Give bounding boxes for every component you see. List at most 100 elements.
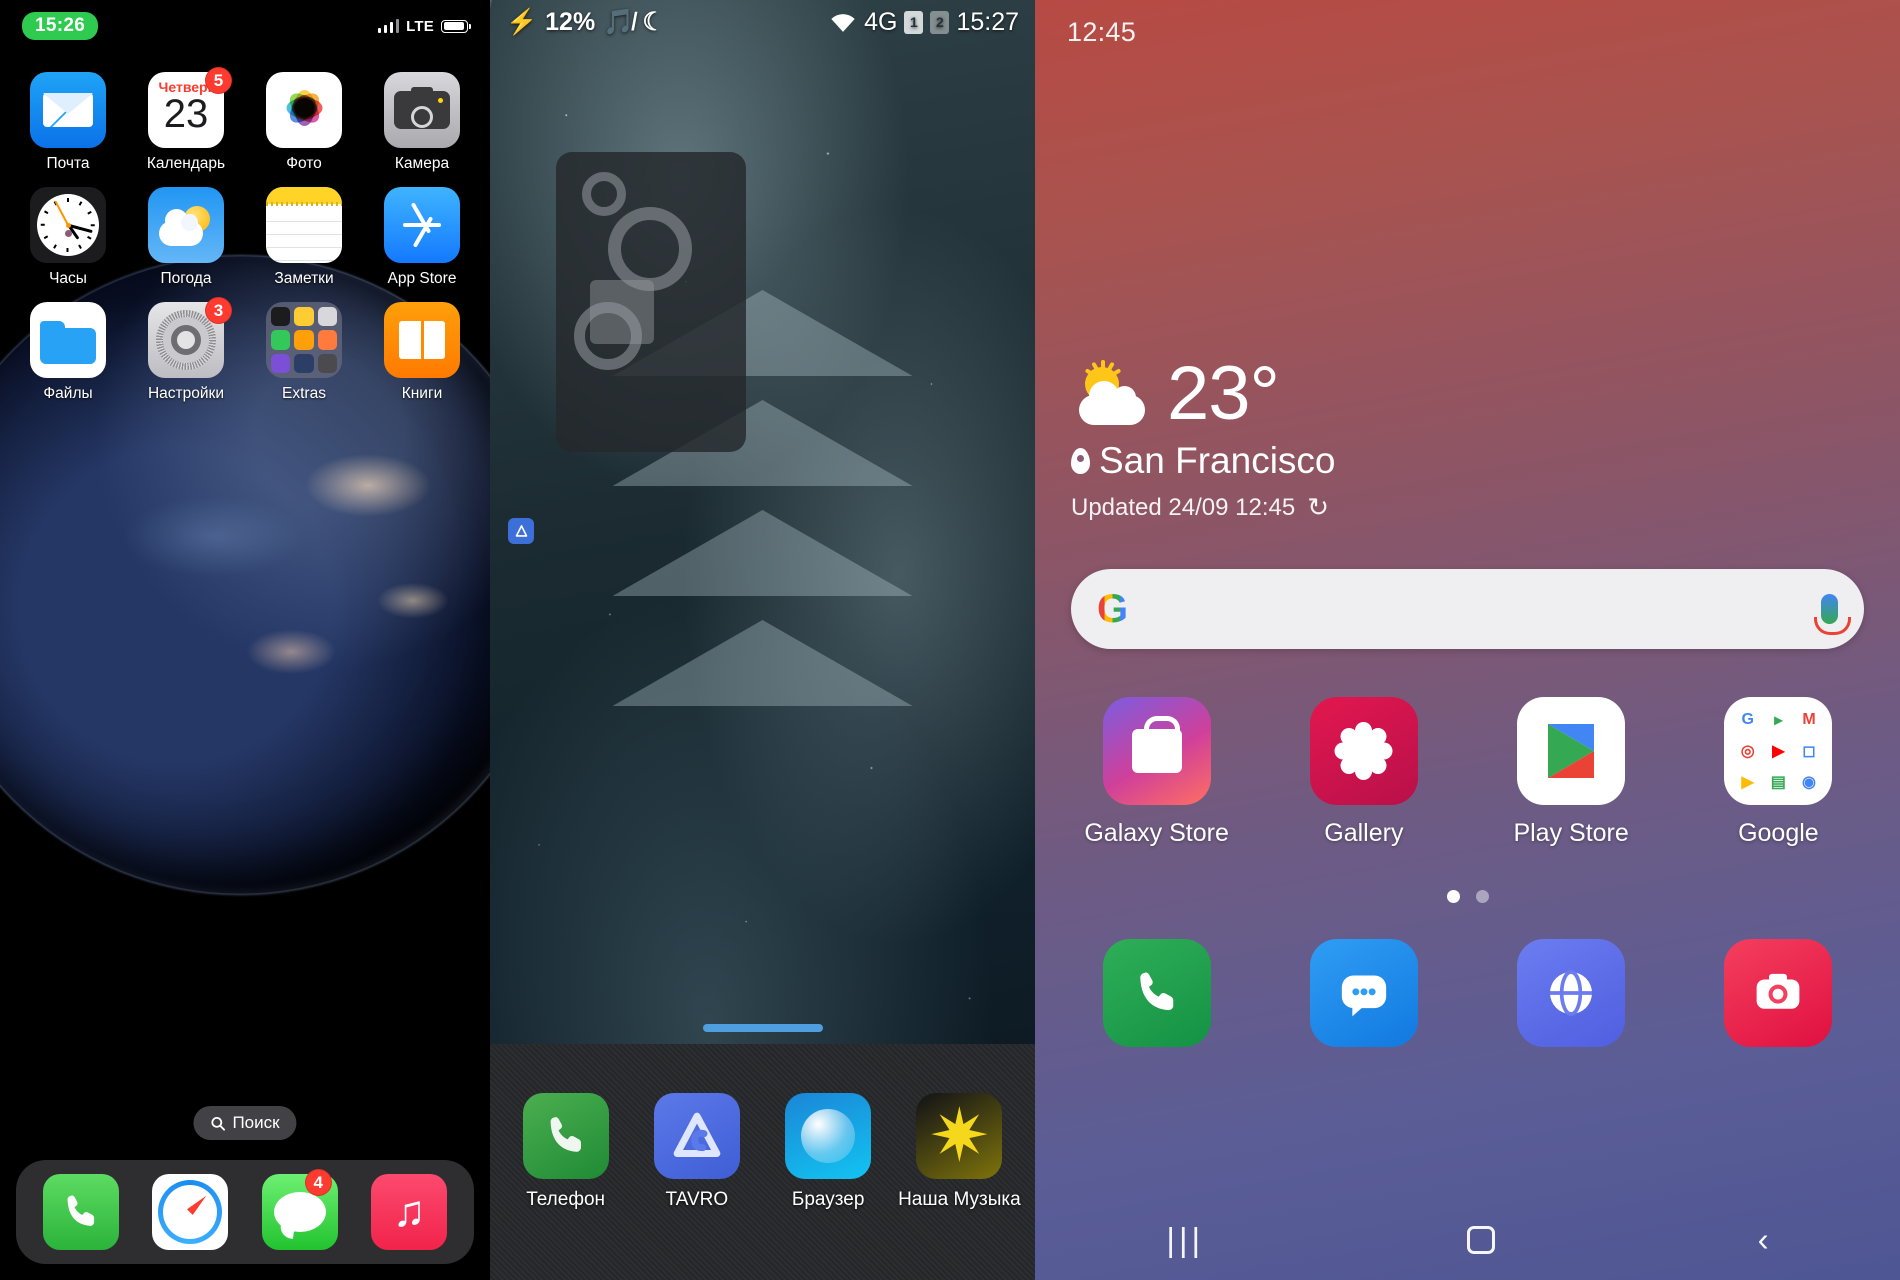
- app-photos[interactable]: Фото: [252, 72, 356, 173]
- samsung-dock: [1035, 939, 1900, 1047]
- books-icon: [384, 302, 460, 378]
- folder-icon: [266, 302, 342, 378]
- weather-icon: [148, 187, 224, 263]
- dock-app-phone[interactable]: Телефон: [506, 1093, 626, 1211]
- partly-cloudy-icon: [1071, 360, 1153, 425]
- signal-bars-icon: [377, 19, 400, 33]
- dock-app-music[interactable]: ✷ Наша Музыка: [898, 1093, 1021, 1211]
- search-icon: [211, 1116, 226, 1131]
- settings-gears-widget[interactable]: [556, 152, 746, 452]
- weather-city-row: San Francisco: [1071, 440, 1900, 482]
- charging-bolt-icon: ⚡: [506, 7, 538, 36]
- app-books[interactable]: Книги: [370, 302, 474, 403]
- weather-temperature: 23°: [1167, 351, 1280, 436]
- app-label: Фото: [286, 155, 322, 172]
- page-dot[interactable]: [1475, 890, 1489, 903]
- app-google-folder[interactable]: G ▸ M ◎ ▶ ◻ ▶ ▤ ◉ Google: [1690, 697, 1866, 848]
- sim2-indicator: 2: [930, 10, 950, 34]
- app-clock[interactable]: Часы: [16, 187, 120, 288]
- page-indicator-dots[interactable]: [1035, 890, 1900, 903]
- dock-app-safari[interactable]: [152, 1174, 229, 1250]
- samsung-home-screen: 12:45 23° San Francisco Updated 24/09 12…: [1035, 0, 1900, 1280]
- ios-status-right: LTE: [377, 17, 471, 35]
- android-status-left: ⚡ 12% 🎵̸ ☾: [506, 7, 665, 37]
- app-label: Браузер: [791, 1189, 865, 1210]
- app-label: Galaxy Store: [1084, 819, 1229, 847]
- app-files[interactable]: Файлы: [16, 302, 120, 403]
- android-dock: Телефон TAVRO Браузер ✷ Наша Музыка: [490, 1044, 1035, 1280]
- android-home-screen: ⚡ 12% 🎵̸ ☾ 4G 1 2 15:27 Телефон TAVRO Бр…: [490, 0, 1035, 1280]
- location-pin-icon: [1071, 448, 1090, 474]
- battery-percent: 12%: [545, 7, 596, 36]
- app-label: Телефон: [526, 1189, 606, 1210]
- tavro-small-shortcut[interactable]: [508, 518, 534, 544]
- moon-icon: ☾: [642, 8, 665, 36]
- ios-app-row: Файлы 3 Настройки Extras Книги: [16, 297, 474, 403]
- recents-icon[interactable]: |||: [1166, 1221, 1204, 1259]
- refresh-icon[interactable]: ↻: [1307, 492, 1329, 523]
- notification-badge: 5: [205, 67, 232, 94]
- weather-updated-row: Updated 24/09 12:45 ↻: [1071, 492, 1900, 523]
- app-label: Книги: [401, 385, 443, 402]
- app-label: Календарь: [146, 155, 226, 172]
- music-icon: ♫: [371, 1174, 448, 1250]
- photos-icon: [266, 72, 342, 148]
- weather-updated-text: Updated 24/09 12:45: [1071, 493, 1296, 521]
- clock-icon: [30, 187, 106, 263]
- app-camera[interactable]: Камера: [370, 72, 474, 173]
- google-search-bar[interactable]: G: [1071, 569, 1864, 649]
- ios-network-label: LTE: [406, 17, 434, 35]
- internet-icon[interactable]: [1517, 939, 1626, 1047]
- app-notes[interactable]: Заметки: [252, 187, 356, 288]
- app-play-store[interactable]: Play Store: [1483, 697, 1659, 848]
- page-indicator-bar[interactable]: [702, 1024, 823, 1032]
- app-label: Настройки: [147, 385, 224, 402]
- dock-app-music[interactable]: ♫: [371, 1174, 448, 1250]
- camera-icon[interactable]: [1724, 939, 1833, 1047]
- app-label: Файлы: [43, 385, 93, 402]
- notes-icon: [266, 187, 342, 263]
- dock-app-phone[interactable]: [42, 1174, 119, 1250]
- app-store-icon: [384, 187, 460, 263]
- back-icon[interactable]: ‹: [1758, 1221, 1769, 1259]
- dock-app-messages[interactable]: 4: [261, 1169, 338, 1250]
- app-calendar[interactable]: Четверг 23 5 Календарь: [134, 67, 238, 173]
- app-label: Extras: [282, 385, 326, 402]
- mail-icon: [30, 72, 106, 148]
- messages-icon[interactable]: [1309, 939, 1418, 1047]
- samsung-app-grid: Galaxy Store Gallery Play Store G ▸ M ◎ …: [1035, 697, 1900, 848]
- dock-app-browser[interactable]: Браузер: [768, 1093, 888, 1211]
- play-store-icon: [1517, 697, 1626, 805]
- ios-app-row: Часы Погода Заметки App Store: [16, 187, 474, 288]
- app-settings[interactable]: 3 Настройки: [134, 297, 238, 403]
- phone-icon: [522, 1093, 609, 1179]
- search-label: Поиск: [232, 1113, 280, 1132]
- samsung-navigation-bar: ||| ‹: [1035, 1200, 1900, 1280]
- app-label: Google: [1738, 819, 1819, 847]
- app-mail[interactable]: Почта: [16, 72, 120, 173]
- galaxy-store-icon: [1102, 697, 1211, 805]
- app-weather[interactable]: Погода: [134, 187, 238, 288]
- page-dot-active[interactable]: [1446, 890, 1460, 903]
- wifi-icon: [831, 13, 855, 32]
- phone-icon[interactable]: [1102, 939, 1211, 1047]
- app-gallery[interactable]: Gallery: [1276, 697, 1452, 848]
- home-icon[interactable]: [1466, 1226, 1495, 1254]
- android-status-time: 15:27: [956, 7, 1019, 36]
- safari-icon: [152, 1174, 229, 1250]
- weather-city: San Francisco: [1099, 440, 1336, 481]
- google-g-icon: G: [1097, 586, 1129, 631]
- microphone-icon[interactable]: [1814, 594, 1851, 635]
- app-galaxy-store[interactable]: Galaxy Store: [1069, 697, 1245, 848]
- browser-icon: [785, 1093, 872, 1179]
- app-label: Play Store: [1513, 819, 1629, 847]
- app-folder-extras[interactable]: Extras: [252, 302, 356, 403]
- iphone-home-screen: 15:26 LTE Почта Четверг 23 5 Календарь Ф…: [0, 0, 490, 1280]
- android-status-right: 4G 1 2 15:27: [829, 8, 1019, 37]
- dock-app-tavro[interactable]: TAVRO: [637, 1093, 757, 1211]
- weather-widget[interactable]: 23° San Francisco Updated 24/09 12:45 ↻: [1035, 64, 1900, 523]
- app-app-store[interactable]: App Store: [370, 187, 474, 288]
- phone-icon: [42, 1174, 119, 1250]
- search-button[interactable]: Поиск: [193, 1106, 297, 1140]
- app-label: TAVRO: [665, 1189, 729, 1210]
